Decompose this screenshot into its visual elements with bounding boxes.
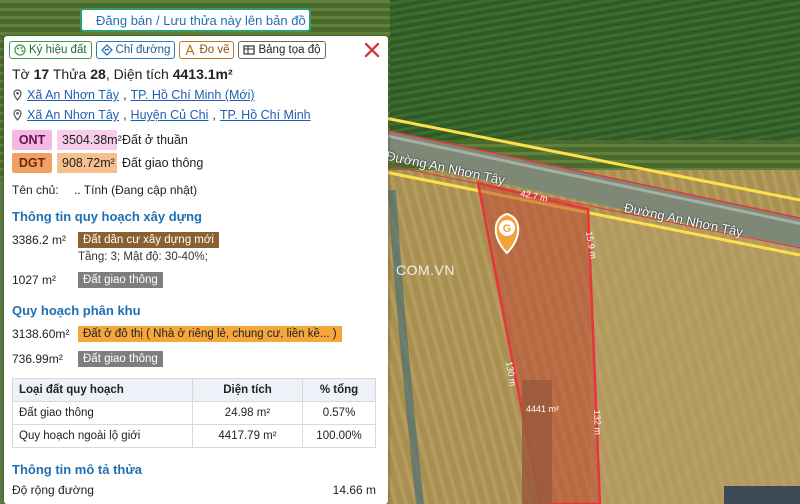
description-title: Thông tin mô tả thửa [12, 462, 143, 477]
owner-value: .. Tính (Đang cập nhật) [74, 183, 198, 197]
zone-row-dgt: DGT 908.72m² Đất giao thông [12, 153, 203, 173]
plan-tag: Đất giao thông [78, 272, 163, 288]
construction-row: 1027 m² Đất giao thông [12, 272, 163, 288]
measure-button[interactable]: Đo vẽ [179, 41, 235, 59]
plan-area: 736.99m² [12, 352, 63, 366]
address-old-district-link[interactable]: Huyện Củ Chi [131, 108, 209, 122]
directions-button[interactable]: Chỉ đường [95, 41, 176, 59]
road-width-row: Độ rộng đường 14.66 m [12, 483, 376, 497]
zone-code: DGT [12, 153, 52, 173]
watermark: COM.VN [396, 262, 455, 278]
parcel-info-panel: Ký hiệu đất Chỉ đường Đo vẽ Bảng tọa độ … [4, 36, 388, 504]
address-new-commune-link[interactable]: Xã An Nhơn Tây [27, 88, 119, 102]
save-to-map-button[interactable]: Đăng bán / Lưu thửa này lên bản đồ [80, 8, 311, 32]
coordinates-table-label: Bảng tọa độ [258, 44, 321, 56]
table-cell: 0.57% [302, 401, 376, 425]
table-cell: Đất giao thông [12, 401, 193, 425]
parcel-area-label: 4441 m² [526, 404, 559, 414]
zone-area: 908.72m² [57, 153, 117, 173]
address-old-commune-link[interactable]: Xã An Nhơn Tây [27, 108, 119, 122]
location-pin-icon [13, 109, 22, 121]
table-cell: 100.00% [302, 424, 376, 448]
parcel-title: Tờ 17 Thửa 28, Diện tích 4413.1m² [12, 66, 233, 82]
compass-icon [185, 44, 196, 56]
plan-area: 3386.2 m² [12, 233, 67, 247]
table-header: % tổng [302, 378, 376, 402]
subdivision-row: 736.99m² Đất giao thông [12, 351, 163, 367]
zone-area: 3504.38m² [57, 130, 122, 150]
table-row: Đất giao thông 24.98 m² 0.57% [12, 401, 376, 425]
land-symbol-button[interactable]: Ký hiệu đất [9, 41, 92, 59]
zone-desc: Đất ở thuần [122, 133, 188, 147]
table-icon [243, 45, 256, 55]
road-width-label: Độ rộng đường [12, 483, 94, 497]
address-old: Xã An Nhơn Tây, Huyện Củ Chi, TP. Hồ Chí… [12, 108, 311, 122]
plan-tag: Đất dân cư xây dựng mới [78, 232, 219, 248]
edge-label-right: 132 m [592, 410, 603, 435]
close-icon[interactable] [362, 40, 382, 60]
owner-row: Tên chủ: .. Tính (Đang cập nhật) [12, 183, 197, 197]
construction-row: 3386.2 m² Đất dân cư xây dựng mới [12, 232, 219, 248]
road-width-value: 14.66 m [332, 483, 376, 497]
table-row: Quy hoạch ngoài lộ giới 4417.79 m² 100.0… [12, 424, 376, 448]
banner-label: Đăng bán / Lưu thửa này lên bản đồ [96, 12, 306, 28]
address-new: Xã An Nhơn Tây, TP. Hồ Chí Minh (Mới) [12, 88, 255, 102]
table-header: Diện tích [192, 378, 303, 402]
address-old-city-link[interactable]: TP. Hồ Chí Minh [220, 108, 311, 122]
zone-row-ont: ONT 3504.38m² Đất ở thuần [12, 130, 188, 150]
table-cell: 4417.79 m² [192, 424, 303, 448]
zone-code: ONT [12, 130, 52, 150]
coordinates-table-button[interactable]: Bảng tọa độ [238, 41, 326, 59]
land-symbol-label: Ký hiệu đất [29, 44, 87, 56]
location-pin-icon [13, 89, 22, 101]
subdivision-plan-title: Quy hoạch phân khu [12, 303, 141, 318]
planning-table: Loại đất quy hoạch Diện tích % tổng Đất … [12, 378, 376, 448]
plan-tag: Đất ở đô thị ( Nhà ở riêng lẻ, chung cư,… [78, 326, 342, 342]
plan-area: 3138.60m² [12, 327, 70, 341]
zone-desc: Đất giao thông [122, 156, 204, 170]
plan-detail: Tầng: 3; Mật độ: 30-40%; [78, 251, 208, 263]
marker-letter: G [503, 223, 512, 235]
measure-label: Đo vẽ [199, 44, 230, 56]
subdivision-row: 3138.60m² Đất ở đô thị ( Nhà ở riêng lẻ,… [12, 326, 342, 342]
table-header-row: Loại đất quy hoạch Diện tích % tổng [12, 378, 376, 402]
construction-plan-title: Thông tin quy hoạch xây dựng [12, 209, 202, 224]
panel-toolbar: Ký hiệu đất Chỉ đường Đo vẽ Bảng tọa độ [4, 36, 388, 60]
directions-icon [100, 44, 113, 56]
plan-area: 1027 m² [12, 273, 57, 287]
table-cell: 24.98 m² [192, 401, 303, 425]
table-cell: Quy hoạch ngoài lộ giới [12, 424, 193, 448]
directions-label: Chỉ đường [115, 44, 171, 56]
address-new-city-link[interactable]: TP. Hồ Chí Minh (Mới) [131, 88, 255, 102]
palette-icon [14, 44, 26, 56]
owner-label: Tên chủ: [12, 183, 59, 197]
table-header: Loại đất quy hoạch [12, 378, 193, 402]
plan-tag: Đất giao thông [78, 351, 163, 367]
